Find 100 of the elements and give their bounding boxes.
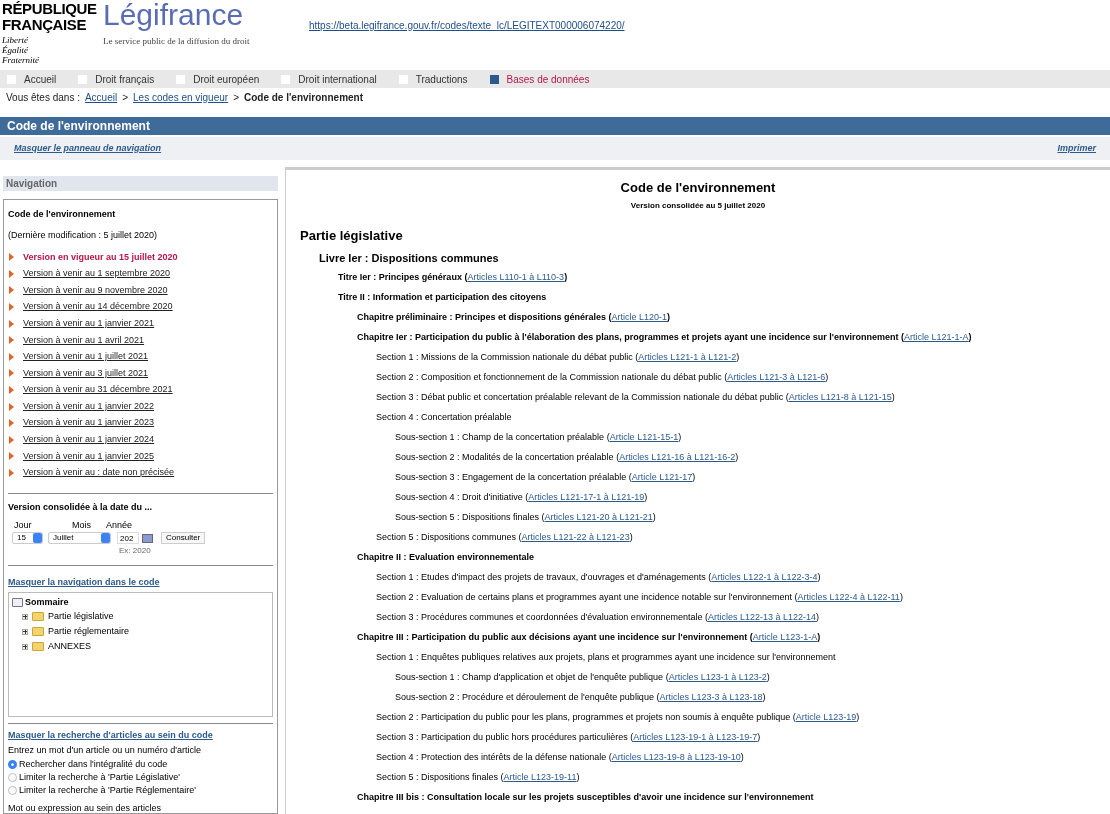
outline-entry[interactable]: Section 3 : Procédures communes et coordonnées d'évaluation environnementale (Articles L122-13 à L122-14) — [376, 610, 819, 625]
content-subtitle: Version consolidée au 5 juillet 2020 — [630, 199, 766, 212]
breadcrumb-separator: > — [233, 90, 239, 105]
version-link[interactable]: Version en vigueur au 15 juillet 2020 — [23, 250, 178, 265]
tree-item[interactable]: Partie réglementaire — [48, 625, 130, 639]
expand-icon[interactable] — [22, 643, 28, 650]
bullet-icon — [9, 369, 14, 378]
bullet-icon — [9, 336, 14, 345]
outline-entry[interactable]: Partie législative — [300, 226, 403, 246]
outline-entry[interactable]: Section 4 : Protection des intérêts de la défense nationale (Articles L123-19-8 à L123-19-10) — [376, 750, 744, 765]
search-toggle-link[interactable]: Masquer la recherche d'articles au sein du code — [8, 728, 213, 743]
version-link[interactable]: Version à venir au 14 décembre 2020 — [23, 300, 173, 314]
radio-icon[interactable] — [8, 772, 17, 782]
outline-entry[interactable]: Livre Ier : Dispositions communes — [319, 249, 499, 267]
month-select[interactable]: Juillet — [48, 532, 111, 545]
nav-tab[interactable]: Bases de données — [489, 71, 590, 87]
print-link[interactable]: Imprimer — [1057, 141, 1096, 156]
outline-entry[interactable]: Sous-section 1 : Champ de la concertation préalable (Article L121-15-1) — [395, 430, 682, 445]
outline-entry[interactable]: Sous-section 5 : Dispositions finales (Articles L121-20 à L121-21) — [395, 510, 656, 525]
breadcrumb-link[interactable]: Les codes en vigueur — [133, 89, 229, 105]
motto-text: Liberté — [2, 35, 29, 45]
outline-entry[interactable]: Section 1 : Missions de la Commission nationale du débat public (Articles L121-1 à L121-2) — [376, 350, 740, 365]
tree-toggle-link[interactable]: Masquer la navigation dans le code — [8, 576, 160, 590]
outline-entry[interactable]: Titre Ier : Principes généraux (Articles L110-1 à L110-3) — [338, 270, 568, 285]
nav-tab[interactable]: Droit français — [78, 71, 155, 87]
version-link[interactable]: Version à venir au : date non précisée — [23, 466, 175, 480]
year-label: Année — [106, 518, 133, 532]
bullet-icon — [9, 269, 14, 278]
bullet-icon — [9, 452, 14, 461]
breadcrumb-current: Code de l'environnement — [243, 90, 364, 105]
nav-tab[interactable]: Droit international — [281, 71, 377, 87]
version-link[interactable]: Version à venir au 1 janvier 2024 — [23, 433, 155, 447]
url-link[interactable]: https://beta.legifrance.gouv.fr/codes/texte_lc/LEGITEXT000006074220/ — [309, 20, 625, 31]
bullet-icon — [9, 386, 14, 395]
outline-entry[interactable]: Titre II : Information et participation des citoyens — [338, 290, 547, 305]
version-link[interactable]: Version à venir au 9 novembre 2020 — [23, 283, 168, 298]
outline-entry[interactable]: Section 3 : Participation du public hors procédures particulières (Articles L123-19-1 à L123-19-7) — [376, 730, 761, 745]
outline-entry[interactable]: Section 2 : Evaluation de certains plans et programmes ayant une incidence notable sur l'environnement (Articles L122-4 à L122-11) — [376, 590, 903, 605]
keyword-label: Mot ou expression au sein des articles — [8, 801, 162, 814]
radio-icon[interactable] — [8, 759, 17, 769]
version-link[interactable]: Version à venir au 1 septembre 2020 — [23, 267, 171, 281]
stepper-icon — [101, 533, 110, 544]
outline-entry[interactable]: Sous-section 4 : Droit d'initiative (Articles L121-17-1 à L121-19) — [395, 490, 648, 505]
outline-entry[interactable]: Sous-section 2 : Modalités de la concertation préalable (Articles L121-16 à L121-16-2) — [395, 450, 739, 465]
expand-icon[interactable] — [22, 628, 28, 635]
outline-entry[interactable]: Section 4 : Concertation préalable — [376, 410, 512, 425]
folder-icon — [32, 627, 44, 637]
bullet-icon — [9, 352, 14, 361]
outline-entry[interactable]: Section 2 : Composition et fonctionnement de la Commission nationale du débat public (Articles L121-3 à L121-6) — [376, 370, 829, 385]
outline-entry[interactable]: Chapitre II : Evaluation environnementale — [357, 550, 535, 565]
outline-entry[interactable]: Section 3 : Débat public et concertation préalable relevant de la Commission nationale du débat public (Articles L121-8 à L121-15) — [376, 390, 895, 405]
year-field[interactable]: 202 — [117, 532, 139, 545]
outline-entry[interactable]: Section 2 : Participation du public pour les plans, programmes et projets non soumis à enquête publique (Article L123-19) — [376, 710, 860, 725]
scope-radio[interactable]: Rechercher dans l'intégralité du code — [8, 757, 273, 771]
outline-entry[interactable]: Chapitre III : Participation du public aux décisions ayant une incidence sur l'environnement (Article L123-1-A) — [357, 630, 821, 645]
code-title: Code de l'environnement — [8, 208, 116, 221]
scope-radio[interactable]: Limiter la recherche à 'Partie Législative' — [8, 770, 273, 784]
outline-entry[interactable]: Sous-section 3 : Engagement de la concertation préalable (Article L121-17) — [395, 470, 696, 485]
outline-entry[interactable]: Sous-section 1 : Champ d'application et objet de l'enquête publique (Articles L123-1 à L123-2) — [395, 670, 770, 685]
bullet-icon — [9, 286, 14, 295]
nav-tab[interactable]: Droit européen — [176, 71, 260, 87]
outline-entry[interactable]: Section 1 : Etudes d'impact des projets de travaux, d'ouvrages et d'aménagements (Articles L122-1 à L122-3-4) — [376, 570, 821, 585]
nav-tab[interactable]: Traductions — [398, 71, 468, 87]
expand-icon[interactable] — [22, 613, 28, 620]
nav-tab[interactable]: Accueil — [7, 71, 57, 87]
calendar-icon[interactable] — [142, 533, 153, 543]
bullet-icon — [9, 253, 14, 262]
emblem-text: RÉPUBLIQUE — [2, 1, 98, 17]
hide-panel-link[interactable]: Masquer le panneau de navigation — [14, 141, 162, 156]
tree-item[interactable]: ANNEXES — [48, 640, 91, 654]
radio-icon[interactable] — [8, 785, 17, 795]
breadcrumb-link[interactable]: Accueil — [84, 89, 118, 105]
outline-entry[interactable]: Chapitre préliminaire : Principes et dispositions générales (Article L120-1) — [357, 310, 671, 325]
year-hint: Ex: 2020 — [119, 545, 151, 558]
article-link[interactable]: Articles L122-4 à L122-11 — [797, 591, 900, 602]
version-link[interactable]: Version à venir au 1 janvier 2021 — [23, 316, 155, 331]
brand-logo: Légifrance — [103, 0, 244, 30]
version-link[interactable]: Version à venir au 3 juillet 2021 — [23, 366, 149, 381]
outline-entry[interactable]: Section 5 : Dispositions communes (Articles L121-22 à L121-23) — [376, 530, 633, 545]
outline-entry[interactable]: Sous-section 2 : Procédure et déroulement de l'enquête publique (Articles L123-3 à L123-18) — [395, 690, 766, 705]
outline-entry[interactable]: Section 1 : Enquêtes publiques relatives aux projets, plans et programmes ayant une incidence sur l'environnement — [376, 650, 836, 665]
folder-icon — [32, 612, 44, 622]
panel-heading: Navigation — [6, 177, 58, 191]
outline-entry[interactable]: Chapitre III bis : Consultation locale sur les projets susceptibles d'avoir une incidence sur l'environnement — [357, 790, 814, 805]
version-link[interactable]: Version à venir au 1 avril 2021 — [23, 333, 145, 347]
tree-item[interactable]: Partie législative — [48, 610, 114, 624]
version-link[interactable]: Version à venir au 1 janvier 2025 — [23, 449, 155, 464]
version-link[interactable]: Version à venir au 1 janvier 2022 — [23, 399, 155, 414]
outline-entry[interactable]: Section 5 : Dispositions finales (Article L123-19-11) — [376, 770, 580, 785]
tree-root: Sommaire — [25, 595, 69, 609]
scope-radio[interactable]: Limiter la recherche à 'Partie Réglementaire' — [8, 783, 273, 797]
breadcrumb-separator: > — [122, 90, 129, 105]
page-title: Code de l'environnement — [7, 118, 150, 135]
version-link[interactable]: Version à venir au 1 janvier 2023 — [23, 416, 155, 430]
outline-entry[interactable]: Chapitre Ier : Participation du public à l'élaboration des plans, programmes et projets ayant une incidence sur l'environnement (Article L121-1-A) — [357, 330, 972, 345]
version-link[interactable]: Version à venir au 1 juillet 2021 — [23, 350, 149, 364]
bullet-icon — [9, 303, 14, 312]
consult-button[interactable]: Consulter — [161, 532, 206, 545]
version-link[interactable]: Version à venir au 31 décembre 2021 — [23, 383, 173, 397]
day-select[interactable]: 15 — [12, 532, 43, 545]
